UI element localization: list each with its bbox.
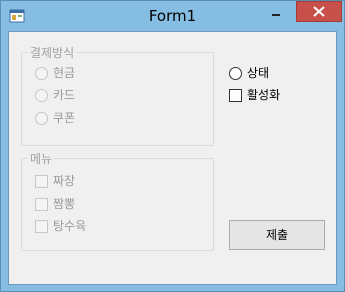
payment-option-cash-label: 현금 xyxy=(53,66,76,80)
submit-button[interactable]: 제출 xyxy=(229,220,325,250)
menu-item-jjajang-label: 짜장 xyxy=(53,174,76,188)
radio-circle-icon[interactable] xyxy=(229,67,242,80)
menu-item-jjamppong-label: 짬뽕 xyxy=(53,197,76,211)
payment-method-group: 결제방식 현금 카드 쿠폰 xyxy=(21,44,214,146)
status-radio-label: 상태 xyxy=(247,66,270,80)
checkbox-box-icon[interactable] xyxy=(35,198,48,211)
radio-circle-icon[interactable] xyxy=(35,67,48,80)
window-frame: Form1 결제방식 현금 카드 쿠폰 메뉴 짜장 짬뽕 탕수육 상태 활성화 … xyxy=(0,0,345,292)
checkbox-box-icon[interactable] xyxy=(229,89,242,102)
checkbox-box-icon[interactable] xyxy=(35,175,48,188)
payment-option-card-label: 카드 xyxy=(53,88,76,102)
menu-group-title: 메뉴 xyxy=(28,150,55,167)
close-button[interactable] xyxy=(296,1,342,22)
minimize-button[interactable] xyxy=(263,2,289,22)
radio-circle-icon[interactable] xyxy=(35,112,48,125)
menu-group: 메뉴 짜장 짬뽕 탕수육 xyxy=(21,150,214,251)
payment-option-coupon-label: 쿠폰 xyxy=(53,111,76,125)
close-icon xyxy=(313,6,325,17)
radio-circle-icon[interactable] xyxy=(35,89,48,102)
minimize-icon xyxy=(272,14,280,16)
payment-method-group-title: 결제방식 xyxy=(28,44,77,61)
checkbox-box-icon[interactable] xyxy=(35,220,48,233)
active-checkbox-label: 활성화 xyxy=(247,88,281,102)
form-client-area: 결제방식 현금 카드 쿠폰 메뉴 짜장 짬뽕 탕수육 상태 활성화 제출 xyxy=(8,31,337,285)
menu-item-tangsuyuk-label: 탕수육 xyxy=(53,219,87,233)
title-bar[interactable]: Form1 xyxy=(1,1,344,31)
